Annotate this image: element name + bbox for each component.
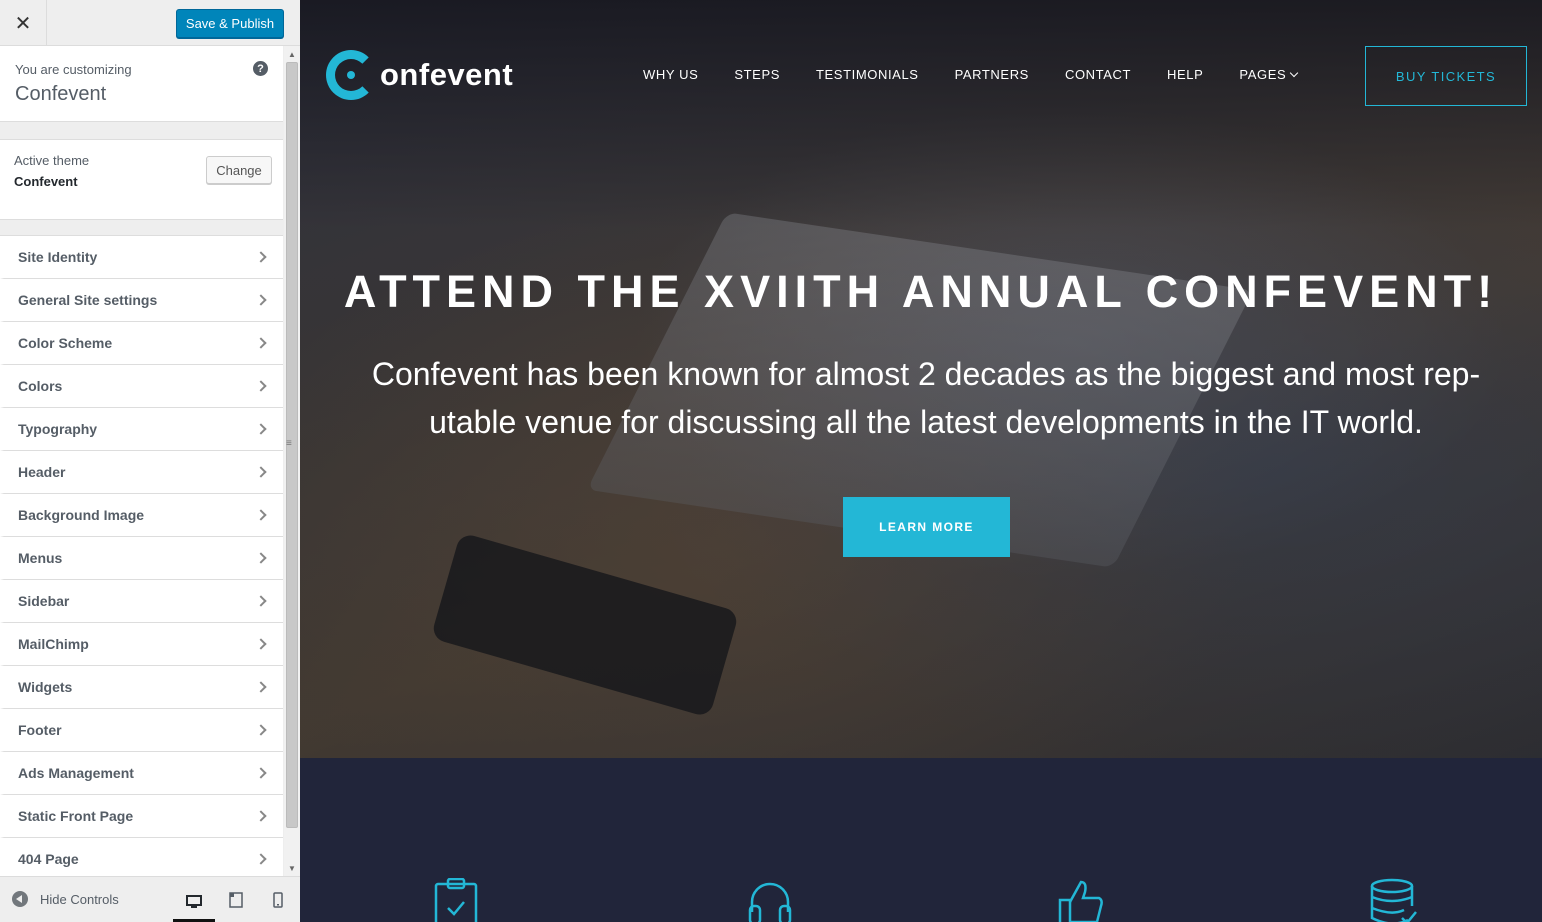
section-404-page[interactable]: 404 Page [0, 838, 283, 876]
help-icon[interactable]: ? [253, 61, 268, 76]
chevron-right-icon [255, 595, 267, 607]
scroll-up-arrow-icon[interactable]: ▲ [284, 46, 300, 62]
customizer-sidebar: ✕ Save & Publish You are customizing Con… [0, 0, 300, 922]
chevron-right-icon [255, 767, 267, 779]
section-menus[interactable]: Menus [0, 537, 283, 580]
clipboard-check-icon [434, 878, 478, 922]
chevron-down-icon [1290, 68, 1299, 78]
change-theme-button[interactable]: Change [206, 156, 272, 184]
hide-controls-button[interactable]: Hide Controls [12, 891, 119, 907]
hero-title: ATTEND THE XVIITH ANNUAL CONFEVENT! [343, 266, 1499, 317]
section-label: Colors [18, 378, 63, 394]
mobile-icon [273, 892, 283, 908]
section-label: Site Identity [18, 249, 98, 265]
section-label: Menus [18, 550, 63, 566]
main-nav: WHY US STEPS TESTIMONIALS PARTNERS CONTA… [643, 67, 1333, 82]
nav-pages-label: PAGES [1239, 67, 1287, 82]
mobile-preview-button[interactable] [265, 887, 291, 913]
active-theme-box: Active theme Confevent Change [0, 139, 283, 220]
section-typography[interactable]: Typography [0, 408, 283, 451]
section-color-scheme[interactable]: Color Scheme [0, 322, 283, 365]
section-footer[interactable]: Footer [0, 709, 283, 752]
section-header[interactable]: Header [0, 451, 283, 494]
collapse-arrow-icon [12, 891, 28, 907]
scroll-down-arrow-icon[interactable]: ▼ [284, 860, 300, 876]
section-label: Sidebar [18, 593, 70, 609]
section-background-image[interactable]: Background Image [0, 494, 283, 537]
section-general-site-settings[interactable]: General Site settings [0, 279, 283, 322]
features-section [300, 758, 1542, 922]
chevron-right-icon [255, 251, 267, 263]
section-label: Typography [18, 421, 98, 437]
thumbs-up-icon [1058, 880, 1103, 922]
section-label: MailChimp [18, 636, 89, 652]
nav-partners[interactable]: PARTNERS [955, 67, 1029, 82]
section-mailchimp[interactable]: MailChimp [0, 623, 283, 666]
section-label: Static Front Page [18, 808, 134, 824]
customizer-section-list: Site Identity General Site settings Colo… [0, 235, 283, 876]
buy-tickets-button[interactable]: BUY TICKETS [1365, 46, 1527, 106]
section-label: Color Scheme [18, 335, 113, 351]
learn-more-button[interactable]: LEARN MORE [843, 497, 1010, 557]
sidebar-scrollbar[interactable]: ▲ ▼ [284, 46, 300, 876]
section-ads-management[interactable]: Ads Management [0, 752, 283, 795]
database-check-icon [1370, 878, 1417, 922]
nav-help[interactable]: HELP [1167, 67, 1203, 82]
hero-subtitle-line: utable venue for discussing all the late… [429, 404, 1423, 440]
tablet-preview-button[interactable] [223, 887, 249, 913]
customizer-panel: You are customizing Confevent ? Active t… [0, 46, 283, 876]
chevron-right-icon [255, 466, 267, 478]
customizing-pre-label: You are customizing [15, 62, 132, 77]
chevron-right-icon [255, 853, 267, 865]
hero-background-phone [430, 532, 740, 718]
section-colors[interactable]: Colors [0, 365, 283, 408]
hide-controls-label: Hide Controls [40, 891, 119, 907]
chevron-right-icon [255, 337, 267, 349]
chevron-right-icon [255, 423, 267, 435]
chevron-right-icon [255, 724, 267, 736]
section-static-front-page[interactable]: Static Front Page [0, 795, 283, 838]
nav-steps[interactable]: STEPS [734, 67, 780, 82]
logo-text: onfevent [380, 57, 514, 92]
section-label: General Site settings [18, 292, 158, 308]
hero-subtitle: Confevent has been known for almost 2 de… [336, 350, 1516, 446]
chevron-right-icon [255, 552, 267, 564]
headset-icon [748, 882, 792, 922]
chevron-right-icon [255, 810, 267, 822]
section-label: Footer [18, 722, 62, 738]
chevron-right-icon [255, 681, 267, 693]
customizer-header: ✕ Save & Publish [0, 0, 300, 46]
chevron-right-icon [255, 638, 267, 650]
section-label: 404 Page [18, 851, 79, 867]
customizing-info: You are customizing Confevent ? [0, 46, 283, 122]
hero-subtitle-line: Confevent has been known for almost 2 de… [371, 356, 1481, 392]
customizer-footer: Hide Controls [0, 876, 300, 922]
section-label: Ads Management [18, 765, 134, 781]
section-label: Header [18, 464, 66, 480]
section-site-identity[interactable]: Site Identity [0, 236, 283, 279]
desktop-preview-button[interactable] [173, 885, 215, 922]
nav-why-us[interactable]: WHY US [643, 67, 698, 82]
tablet-icon [229, 892, 243, 908]
site-preview: onfevent WHY US STEPS TESTIMONIALS PARTN… [300, 0, 1542, 922]
chevron-right-icon [255, 380, 267, 392]
section-label: Background Image [18, 507, 145, 523]
desktop-icon [186, 895, 202, 908]
save-publish-button[interactable]: Save & Publish [176, 9, 284, 38]
nav-testimonials[interactable]: TESTIMONIALS [816, 67, 919, 82]
nav-pages[interactable]: PAGES [1239, 67, 1299, 82]
section-sidebar[interactable]: Sidebar [0, 580, 283, 623]
site-logo[interactable]: onfevent [326, 50, 513, 100]
nav-contact[interactable]: CONTACT [1065, 67, 1131, 82]
logo-c-icon [326, 50, 376, 100]
section-label: Widgets [18, 679, 73, 695]
resize-grip-icon[interactable]: ≡ [286, 438, 292, 449]
chevron-right-icon [255, 294, 267, 306]
chevron-right-icon [255, 509, 267, 521]
close-icon[interactable]: ✕ [0, 0, 47, 46]
customizing-site-title: Confevent [15, 83, 107, 105]
section-widgets[interactable]: Widgets [0, 666, 283, 709]
